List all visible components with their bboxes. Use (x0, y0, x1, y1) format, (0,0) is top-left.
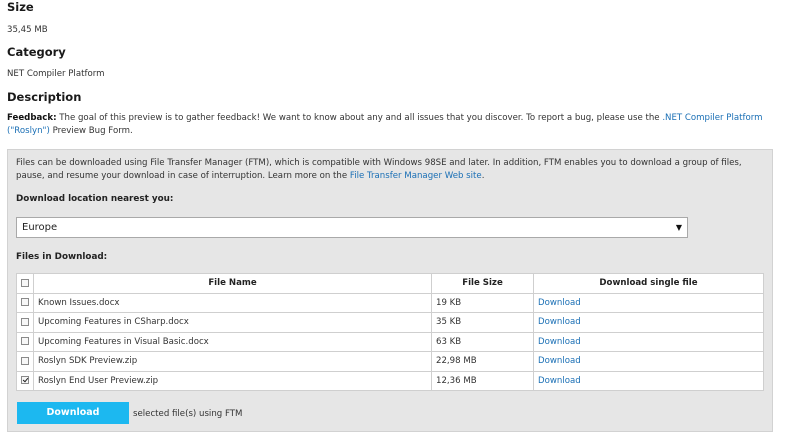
feedback-paragraph: Feedback: The goal of this preview is to… (7, 112, 782, 138)
file-size: 22,98 MB (431, 351, 534, 372)
column-header-single: Download single file (533, 273, 764, 294)
table-row: Roslyn End User Preview.zip 12,36 MB Dow… (16, 370, 764, 391)
size-heading: Size (7, 0, 34, 14)
download-link[interactable]: Download (538, 298, 581, 308)
file-name: Known Issues.docx (33, 292, 432, 313)
location-label: Download location nearest you: (16, 194, 174, 204)
category-value: NET Compiler Platform (7, 69, 105, 79)
row-checkbox[interactable] (21, 298, 29, 307)
select-all-cell (16, 273, 34, 294)
location-select[interactable]: Europe ▼ (16, 217, 688, 238)
download-details-page: Size 35,45 MB Category NET Compiler Plat… (0, 0, 794, 437)
file-size: 19 KB (431, 292, 534, 313)
download-link[interactable]: Download (538, 317, 581, 327)
size-value: 35,45 MB (7, 25, 48, 35)
select-all-checkbox[interactable] (21, 278, 29, 287)
table-header-row: File Name File Size Download single file (16, 273, 764, 294)
row-checkbox[interactable] (21, 356, 29, 365)
download-button[interactable]: Download (17, 402, 129, 424)
ftm-intro: Files can be downloaded using File Trans… (16, 157, 764, 183)
download-note: selected file(s) using FTM (133, 409, 243, 419)
description-heading: Description (7, 90, 82, 104)
table-row: Upcoming Features in Visual Basic.docx 6… (16, 331, 764, 352)
location-selected: Europe (22, 222, 58, 233)
file-size: 35 KB (431, 312, 534, 333)
table-row: Roslyn SDK Preview.zip 22,98 MB Download (16, 351, 764, 372)
file-size: 12,36 MB (431, 370, 534, 391)
file-size: 63 KB (431, 331, 534, 352)
ftm-intro-end: . (481, 171, 485, 181)
feedback-text-end: Preview Bug Form. (49, 126, 133, 136)
feedback-label: Feedback: (7, 113, 57, 123)
download-link[interactable]: Download (538, 376, 581, 386)
category-heading: Category (7, 45, 66, 59)
column-header-size: File Size (431, 273, 534, 294)
files-label: Files in Download: (16, 252, 108, 262)
download-link[interactable]: Download (538, 337, 581, 347)
column-header-name: File Name (33, 273, 432, 294)
download-link[interactable]: Download (538, 356, 581, 366)
file-name: Roslyn End User Preview.zip (33, 370, 432, 391)
file-name: Upcoming Features in CSharp.docx (33, 312, 432, 333)
row-checkbox[interactable] (21, 376, 29, 385)
feedback-text: The goal of this preview is to gather fe… (56, 113, 663, 123)
table-row: Known Issues.docx 19 KB Download (16, 292, 764, 313)
download-box: Files can be downloaded using File Trans… (7, 149, 773, 432)
file-name: Roslyn SDK Preview.zip (33, 351, 432, 372)
files-table: File Name File Size Download single file… (16, 273, 764, 391)
file-name: Upcoming Features in Visual Basic.docx (33, 331, 432, 352)
dropdown-arrow-icon: ▼ (675, 223, 682, 232)
table-row: Upcoming Features in CSharp.docx 35 KB D… (16, 312, 764, 333)
ftm-website-link[interactable]: File Transfer Manager Web site (350, 171, 482, 181)
row-checkbox[interactable] (21, 317, 29, 326)
row-checkbox[interactable] (21, 337, 29, 346)
